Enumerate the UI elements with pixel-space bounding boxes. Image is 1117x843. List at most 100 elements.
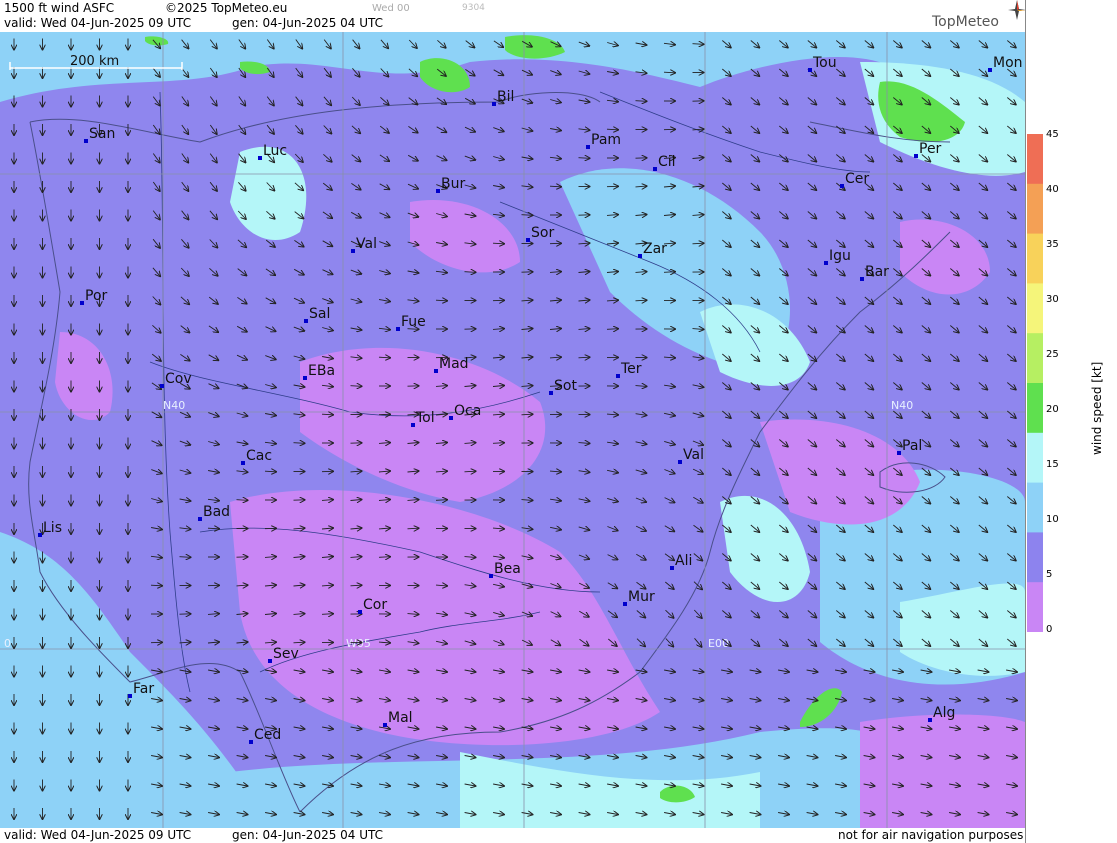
city-dot	[38, 533, 42, 537]
scale-bar-label: 200 km	[70, 54, 119, 69]
city-label: Bea	[494, 561, 521, 577]
city-dot	[80, 301, 84, 305]
legend-tick-label: 45	[1046, 129, 1059, 140]
wind-arrow	[692, 44, 704, 45]
legend-tick-label: 5	[1046, 569, 1053, 580]
city-label: Mal	[388, 710, 413, 726]
legend-title: wind speed [kt]	[1090, 361, 1104, 455]
wind-arrow	[350, 585, 362, 586]
city-dot	[824, 261, 828, 265]
city-dot	[808, 68, 812, 72]
city-label: Bad	[203, 504, 230, 520]
legend-tick-label: 35	[1046, 239, 1059, 250]
city-label: Ali	[675, 553, 692, 569]
color-scale-segment	[1027, 283, 1043, 334]
color-scale	[1027, 134, 1043, 632]
logo-text: TopMeteo	[932, 14, 999, 30]
city-label: Alg	[933, 705, 955, 721]
city-dot	[198, 517, 202, 521]
grid-label: E00	[708, 637, 729, 650]
city-dot	[84, 139, 88, 143]
city-label: Igu	[829, 248, 851, 264]
disclaimer-text: not for air navigation purposes	[838, 828, 1024, 842]
color-scale-segment	[1027, 432, 1043, 484]
city-label: Per	[919, 141, 942, 157]
city-dot	[434, 369, 438, 373]
city-dot	[586, 145, 590, 149]
city-dot	[358, 610, 362, 614]
faint-code-label: 9304	[462, 3, 485, 13]
city-dot	[128, 694, 132, 698]
wind-arrow	[150, 585, 162, 586]
wind-arrow	[236, 500, 248, 501]
wind-arrow	[378, 357, 390, 358]
city-dot	[449, 416, 453, 420]
city-label: Fue	[401, 314, 426, 330]
grid-label: W05	[346, 637, 371, 650]
city-dot	[616, 374, 620, 378]
wind-arrow	[578, 158, 590, 159]
city-dot	[678, 460, 682, 464]
color-scale-segment	[1027, 183, 1043, 235]
color-scale-segment	[1027, 582, 1043, 632]
wind-arrow	[321, 614, 333, 615]
grid-label: N40	[891, 399, 913, 412]
city-dot	[411, 423, 415, 427]
city-dot	[988, 68, 992, 72]
city-dot	[268, 659, 272, 663]
wind-arrow	[663, 72, 675, 73]
legend-tick-label: 30	[1046, 294, 1059, 305]
legend-tick-label: 20	[1046, 404, 1059, 415]
city-dot	[653, 167, 657, 171]
city-dot	[258, 156, 262, 160]
city-label: Pal	[902, 438, 922, 454]
wind-arrow	[492, 243, 504, 244]
city-label: Bar	[865, 264, 889, 280]
legend-tick-label: 10	[1046, 514, 1059, 525]
wind-arrow	[549, 186, 561, 187]
city-label: Zar	[643, 241, 667, 257]
city-dot	[526, 238, 530, 242]
copyright-text: ©2025 TopMeteo.eu	[165, 1, 288, 15]
header-bar: 1500 ft wind ASFC ©2025 TopMeteo.eu vali…	[0, 0, 1025, 32]
city-label: Pam	[591, 132, 621, 148]
city-label: Bur	[441, 176, 465, 192]
wind-arrow	[521, 414, 533, 415]
wind-arrow	[264, 471, 276, 472]
wind-arrow	[407, 528, 419, 529]
wind-arrow	[663, 272, 675, 273]
city-dot	[304, 319, 308, 323]
city-label: Mon	[993, 55, 1023, 71]
city-dot	[160, 384, 164, 388]
city-dot	[928, 718, 932, 722]
wind-arrow	[635, 300, 647, 301]
city-dot	[249, 740, 253, 744]
city-label: Bil	[497, 89, 514, 105]
wind-arrow	[606, 329, 618, 330]
wind-arrow	[606, 129, 618, 130]
wind-arrow	[435, 500, 447, 501]
city-label: Cor	[363, 597, 387, 613]
wind-map[interactable]: N40 N40 W05 E00 0 200 km Bil Tou Mon San Pam…	[0, 32, 1025, 828]
city-label: Cac	[246, 448, 272, 464]
city-dot	[396, 327, 400, 331]
city-label: Mur	[628, 589, 655, 605]
city-label: Sot	[554, 378, 577, 394]
wind-arrow	[578, 357, 590, 358]
city-dot	[303, 376, 307, 380]
wind-arrow	[378, 557, 390, 558]
wind-arrow	[179, 557, 191, 558]
city-dot	[638, 254, 642, 258]
city-label: Cer	[845, 171, 869, 187]
wind-arrow	[464, 272, 476, 273]
wind-arrow	[492, 443, 504, 444]
city-dot	[489, 574, 493, 578]
color-scale-segment	[1027, 383, 1043, 434]
city-label: Lis	[43, 520, 62, 536]
city-label: Cov	[165, 371, 192, 387]
city-label: Tou	[812, 55, 837, 71]
city-dot	[670, 566, 674, 570]
city-label: Far	[133, 681, 154, 697]
city-label: Tol	[415, 410, 435, 426]
city-dot	[383, 723, 387, 727]
